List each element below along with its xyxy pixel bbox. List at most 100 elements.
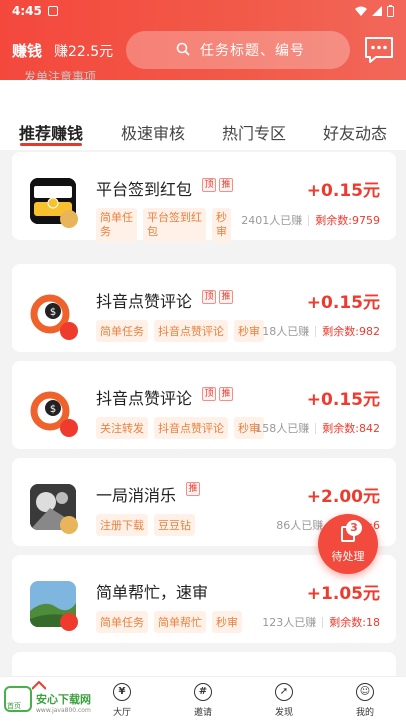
task-made-count: 18人已赚 [262,325,310,338]
pending-label: 待处理 [331,550,365,563]
recommend-flag: 推 [219,178,233,192]
nav-hall[interactable]: ¥ 大厅 [97,683,147,718]
task-title: 简单帮忙，速审 [96,583,209,602]
task-remaining: 剩余数:9759 [315,214,380,227]
pending-button[interactable]: 3 待处理 [318,514,378,574]
search-placeholder: 任务标题、编号 [200,43,305,59]
notice-text[interactable]: 发单注意事项 [24,68,96,80]
task-card[interactable]: $ 抖音点赞评论 顶 推 +0.15元 简单任务 抖音点赞评论 秒审 18人已赚… [12,264,396,352]
hash-icon: # [194,683,212,701]
tag: 注册下载 [96,514,148,536]
task-reward: +2.00元 [306,487,380,507]
tag: 简单帮忙 [154,611,206,633]
tag: 平台签到红 包 [143,208,206,242]
task-title: 抖音点赞评论 [96,292,193,311]
task-remaining: 剩余数:842 [322,422,380,435]
search-input[interactable]: 任务标题、编号 [126,31,350,69]
shield-icon [60,613,78,631]
task-made-count: 158人已赚 [255,422,310,435]
nav-hall-label: 大厅 [112,708,131,718]
tab-recommend[interactable]: 推荐赚钱 [19,120,83,144]
nav-mine[interactable]: ☺ 我的 [340,683,390,718]
task-remaining: 剩余数:18 [329,616,380,629]
battery-icon [387,5,394,17]
nav-discover-label: 发现 [274,708,293,718]
task-remaining: 剩余数:982 [322,325,380,338]
task-flags: 推 [186,482,200,496]
tab-fast-review[interactable]: 极速审核 [121,120,185,144]
brand-label: 赚钱 [12,42,43,60]
top-flag: 顶 [202,178,216,192]
recommend-flag: 推 [219,387,233,401]
tag: 豆豆钻 [154,514,195,536]
status-icons [355,5,394,17]
tag: 抖音点赞评论 [154,417,228,439]
watermark-url: www.java800.com [36,707,91,714]
task-meta: 123人已赚 剩余数:18 [262,614,380,630]
divider [308,214,310,226]
watermark-logo: 首页 [4,686,32,712]
svg-text:$: $ [50,307,56,318]
tag: 秒 审 [212,208,231,242]
shield-icon [60,322,78,340]
task-card[interactable]: $ 抖音点赞评论 顶 推 +0.15元 关注转发 抖音点赞评论 秒审 158人已… [12,361,396,449]
divider [322,616,324,628]
svg-text:$: $ [50,404,56,415]
tag: 关注转发 [96,417,148,439]
task-made-count: 123人已赚 [262,616,317,629]
smile-icon: ☺ [356,683,374,701]
watermark: 首页 安心下载网 www.java800.com [2,678,102,718]
divider [315,325,317,337]
nav-discover[interactable]: ➚ 发现 [259,683,309,718]
tag: 简单任务 [96,611,148,633]
gear-badge-icon [60,516,78,534]
compass-icon: ➚ [275,683,293,701]
yen-icon: ¥ [113,683,131,701]
task-reward: +1.05元 [306,584,380,604]
task-tags: 关注转发 抖音点赞评论 秒审 [96,417,264,439]
task-tags: 注册下载 豆豆钻 [96,514,195,536]
signal-icon [372,6,382,16]
recommend-flag: 推 [186,482,200,496]
recommend-flag: 推 [219,290,233,304]
task-title: 平台签到红包 [96,180,193,199]
tab-friends[interactable]: 好友动态 [323,120,387,144]
tag: 抖音点赞评论 [154,320,228,342]
task-made-count: 2401人已赚 [241,214,303,227]
search-icon [176,42,190,56]
task-meta: 2401人已赚 剩余数:9759 [241,212,380,228]
top-flag: 顶 [202,387,216,401]
status-time: 4:45 [12,4,42,18]
task-reward: +0.15元 [306,293,380,313]
earned-amount: 赚22.5元 [54,44,114,60]
task-title: 抖音点赞评论 [96,389,193,408]
tag: 简单任 务 [96,208,137,242]
task-title: 一局消消乐 [96,486,177,505]
task-meta: 18人已赚 剩余数:982 [262,323,380,339]
notification-icon [48,6,58,16]
task-meta: 158人已赚 剩余数:842 [255,420,380,436]
divider [315,422,317,434]
active-tab-indicator [20,143,82,146]
task-reward: +0.15元 [306,181,380,201]
task-made-count: 86人已赚 [276,519,324,532]
home-icon [32,681,46,690]
task-flags: 顶 推 [202,290,233,304]
task-tags: 简单任 务 平台签到红 包 秒 审 [96,208,231,242]
watermark-text: 安心下载网 [36,693,91,706]
task-reward: +0.15元 [306,390,380,410]
task-card[interactable]: 平台签到红包 顶 推 +0.15元 简单任 务 平台签到红 包 秒 审 2401… [12,152,396,242]
gear-badge-icon [60,210,78,228]
tag: 秒审 [212,611,242,633]
task-tags: 简单任务 简单帮忙 秒审 [96,611,242,633]
tab-hot-zone[interactable]: 热门专区 [222,120,286,144]
status-bar: 4:45 [0,0,406,24]
watermark-logo-text: 首页 [7,702,21,710]
nav-invite[interactable]: # 邀请 [178,683,228,718]
task-flags: 顶 推 [202,387,233,401]
task-tags: 简单任务 抖音点赞评论 秒审 [96,320,264,342]
tag: 简单任务 [96,320,148,342]
message-icon[interactable] [364,36,394,64]
nav-invite-label: 邀请 [193,708,212,718]
nav-mine-label: 我的 [355,708,374,718]
